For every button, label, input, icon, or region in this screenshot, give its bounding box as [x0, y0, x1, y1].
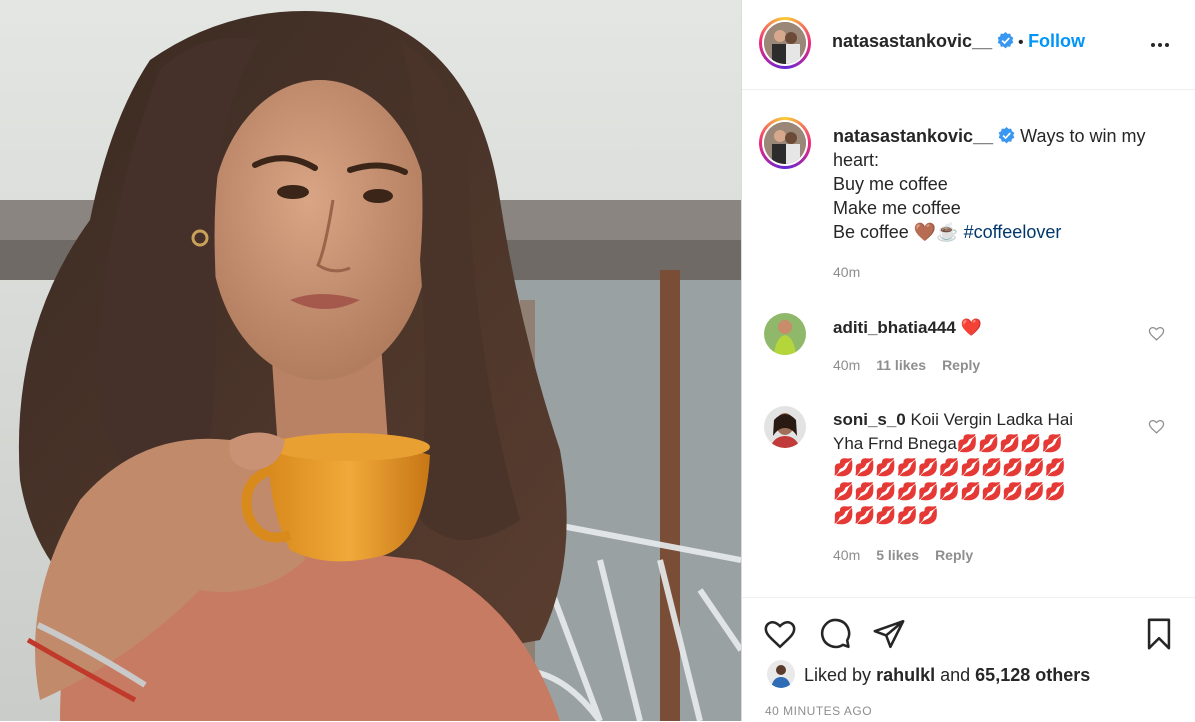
likes-prefix: Liked by: [804, 665, 872, 685]
kiss-emoji-row: 💋💋💋💋💋: [833, 506, 939, 525]
comment-icon[interactable]: [818, 617, 852, 651]
comment-text: soni_s_0 Koii Vergin Ladka Hai Yha Frnd …: [833, 408, 1118, 528]
kiss-emoji-row: 💋💋💋💋💋💋💋💋💋💋💋: [833, 482, 1066, 501]
comment-like-heart-icon[interactable]: [1148, 418, 1165, 435]
caption-line: Buy me coffee: [833, 174, 948, 194]
kiss-emoji-row: 💋💋💋💋💋: [956, 434, 1063, 453]
caption-time[interactable]: 40m: [833, 264, 860, 280]
liker-avatar[interactable]: [767, 660, 795, 688]
author-avatar[interactable]: [759, 17, 811, 69]
caption-username[interactable]: natasastankovic__: [833, 126, 993, 146]
comment-body-line: Koii Vergin Ladka Hai: [910, 410, 1074, 429]
more-options-icon[interactable]: [1151, 34, 1173, 47]
post-actions: Liked by rahulkl and 65,128 others 40 MI…: [742, 597, 1195, 722]
comment-likes[interactable]: 11 likes: [876, 357, 926, 373]
caption-line: Be coffee: [833, 222, 909, 242]
caption-avatar[interactable]: [759, 117, 811, 169]
likes-count[interactable]: 65,128 others: [975, 665, 1090, 685]
hashtag-link[interactable]: #coffeelover: [964, 222, 1062, 242]
comment-likes[interactable]: 5 likes: [876, 547, 919, 563]
verified-badge-icon: [997, 32, 1013, 49]
follow-button[interactable]: Follow: [1028, 31, 1085, 51]
post-side-panel: natasastankovic__ • Follow natasastankov…: [741, 0, 1195, 721]
save-bookmark-icon[interactable]: [1142, 617, 1176, 651]
post-photo[interactable]: [0, 0, 741, 721]
kiss-emoji-row: 💋💋💋💋💋💋💋💋💋💋💋: [833, 458, 1066, 477]
author-avatar-image: [764, 22, 806, 64]
comment-time[interactable]: 40m: [833, 547, 860, 563]
caption-line: Ways to win my: [1020, 126, 1146, 146]
author-username[interactable]: natasastankovic__: [832, 31, 992, 51]
commenter-avatar[interactable]: [764, 313, 806, 355]
caption-emoji: 🤎☕: [913, 222, 959, 242]
comment-body-line: Yha Frnd Bnega: [833, 434, 957, 453]
comment-body: ❤️: [960, 318, 982, 337]
caption-line: Make me coffee: [833, 198, 961, 218]
share-paper-plane-icon[interactable]: [872, 617, 906, 651]
like-heart-icon[interactable]: [763, 617, 797, 651]
comment-meta: 40m 5 likes Reply: [833, 547, 973, 563]
caption-line: heart:: [833, 150, 880, 170]
post-timestamp[interactable]: 40 MINUTES AGO: [765, 704, 872, 718]
woman-with-coffee-photo: [0, 0, 741, 721]
post-header: natasastankovic__ • Follow: [742, 0, 1195, 90]
likes-summary: Liked by rahulkl and 65,128 others: [804, 665, 1090, 686]
liker-username[interactable]: rahulkl: [876, 665, 935, 685]
commenter-username[interactable]: soni_s_0: [833, 410, 906, 429]
post-caption: natasastankovic__ Ways to win my heart: …: [833, 124, 1163, 244]
reply-button[interactable]: Reply: [935, 547, 973, 563]
header-separator: •: [1018, 34, 1024, 51]
verified-badge-icon: [998, 127, 1015, 144]
caption-avatar-image: [764, 122, 806, 164]
header-user-row: natasastankovic__ • Follow: [832, 31, 1085, 52]
comment-like-heart-icon[interactable]: [1148, 325, 1165, 342]
commenter-avatar[interactable]: [764, 406, 806, 448]
likes-joiner: and: [940, 665, 971, 685]
comment-meta: 40m 11 likes Reply: [833, 357, 980, 373]
commenter-username[interactable]: aditi_bhatia444: [833, 318, 956, 337]
comment-time[interactable]: 40m: [833, 357, 860, 373]
comment-text: aditi_bhatia444 ❤️: [833, 316, 1118, 340]
reply-button[interactable]: Reply: [942, 357, 980, 373]
